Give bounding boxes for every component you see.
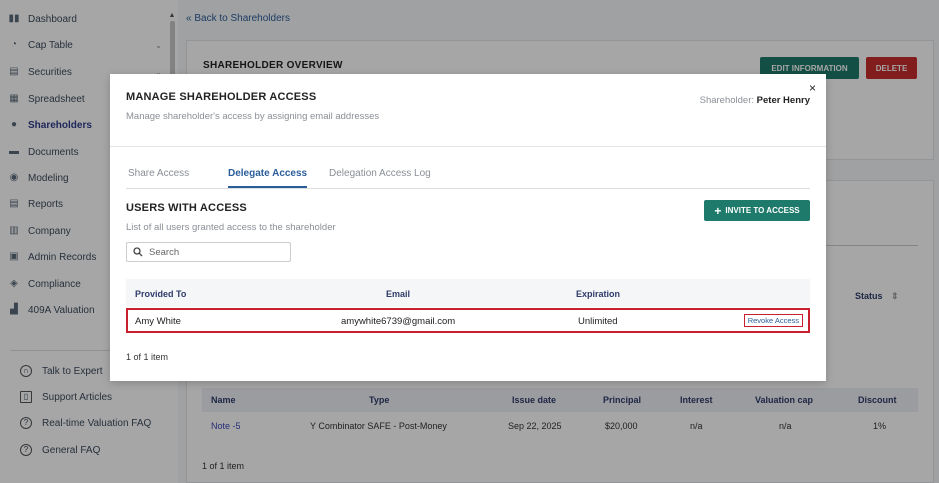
manage-access-modal: MANAGE SHAREHOLDER ACCESS Manage shareho… (110, 74, 826, 381)
shareholder-value: Peter Henry (756, 95, 810, 106)
modal-subtitle: Manage shareholder's access by assigning… (126, 111, 380, 122)
shareholder-name: Shareholder: Peter Henry (700, 95, 810, 106)
modal-divider (110, 146, 826, 147)
close-icon[interactable]: × (809, 81, 816, 95)
plus-icon: + (714, 203, 722, 218)
access-table-header: Provided To Email Expiration (126, 279, 810, 307)
access-pagination: 1 of 1 item (126, 352, 169, 362)
shareholder-label: Shareholder: (699, 95, 755, 106)
search-input[interactable] (149, 246, 289, 258)
provided-to-cell: Amy White (135, 316, 181, 327)
tab-delegate-access[interactable]: Delegate Access (228, 168, 308, 188)
invite-to-access-button[interactable]: + INVITE TO ACCESS (704, 200, 810, 221)
column-header-expiration[interactable]: Expiration (576, 289, 620, 299)
modal-title: MANAGE SHAREHOLDER ACCESS (126, 91, 317, 103)
expiration-cell: Unlimited (578, 316, 618, 327)
column-header-provided-to[interactable]: Provided To (135, 289, 186, 299)
column-header-email[interactable]: Email (386, 289, 410, 299)
tab-share-access[interactable]: Share Access (128, 168, 189, 188)
users-with-access-subtitle: List of all users granted access to the … (126, 222, 336, 233)
revoke-access-button[interactable]: Revoke Access (743, 314, 803, 327)
invite-button-label: INVITE TO ACCESS (725, 206, 800, 215)
table-row: Amy White amywhite6739@gmail.com Unlimit… (126, 308, 810, 333)
tab-delegation-access-log[interactable]: Delegation Access Log (329, 168, 431, 188)
search-icon (133, 247, 143, 257)
search-box[interactable] (126, 242, 291, 262)
users-with-access-title: USERS WITH ACCESS (126, 202, 247, 214)
email-cell: amywhite6739@gmail.com (341, 316, 456, 327)
access-tabs: Share Access Delegate Access Delegation … (126, 168, 810, 189)
